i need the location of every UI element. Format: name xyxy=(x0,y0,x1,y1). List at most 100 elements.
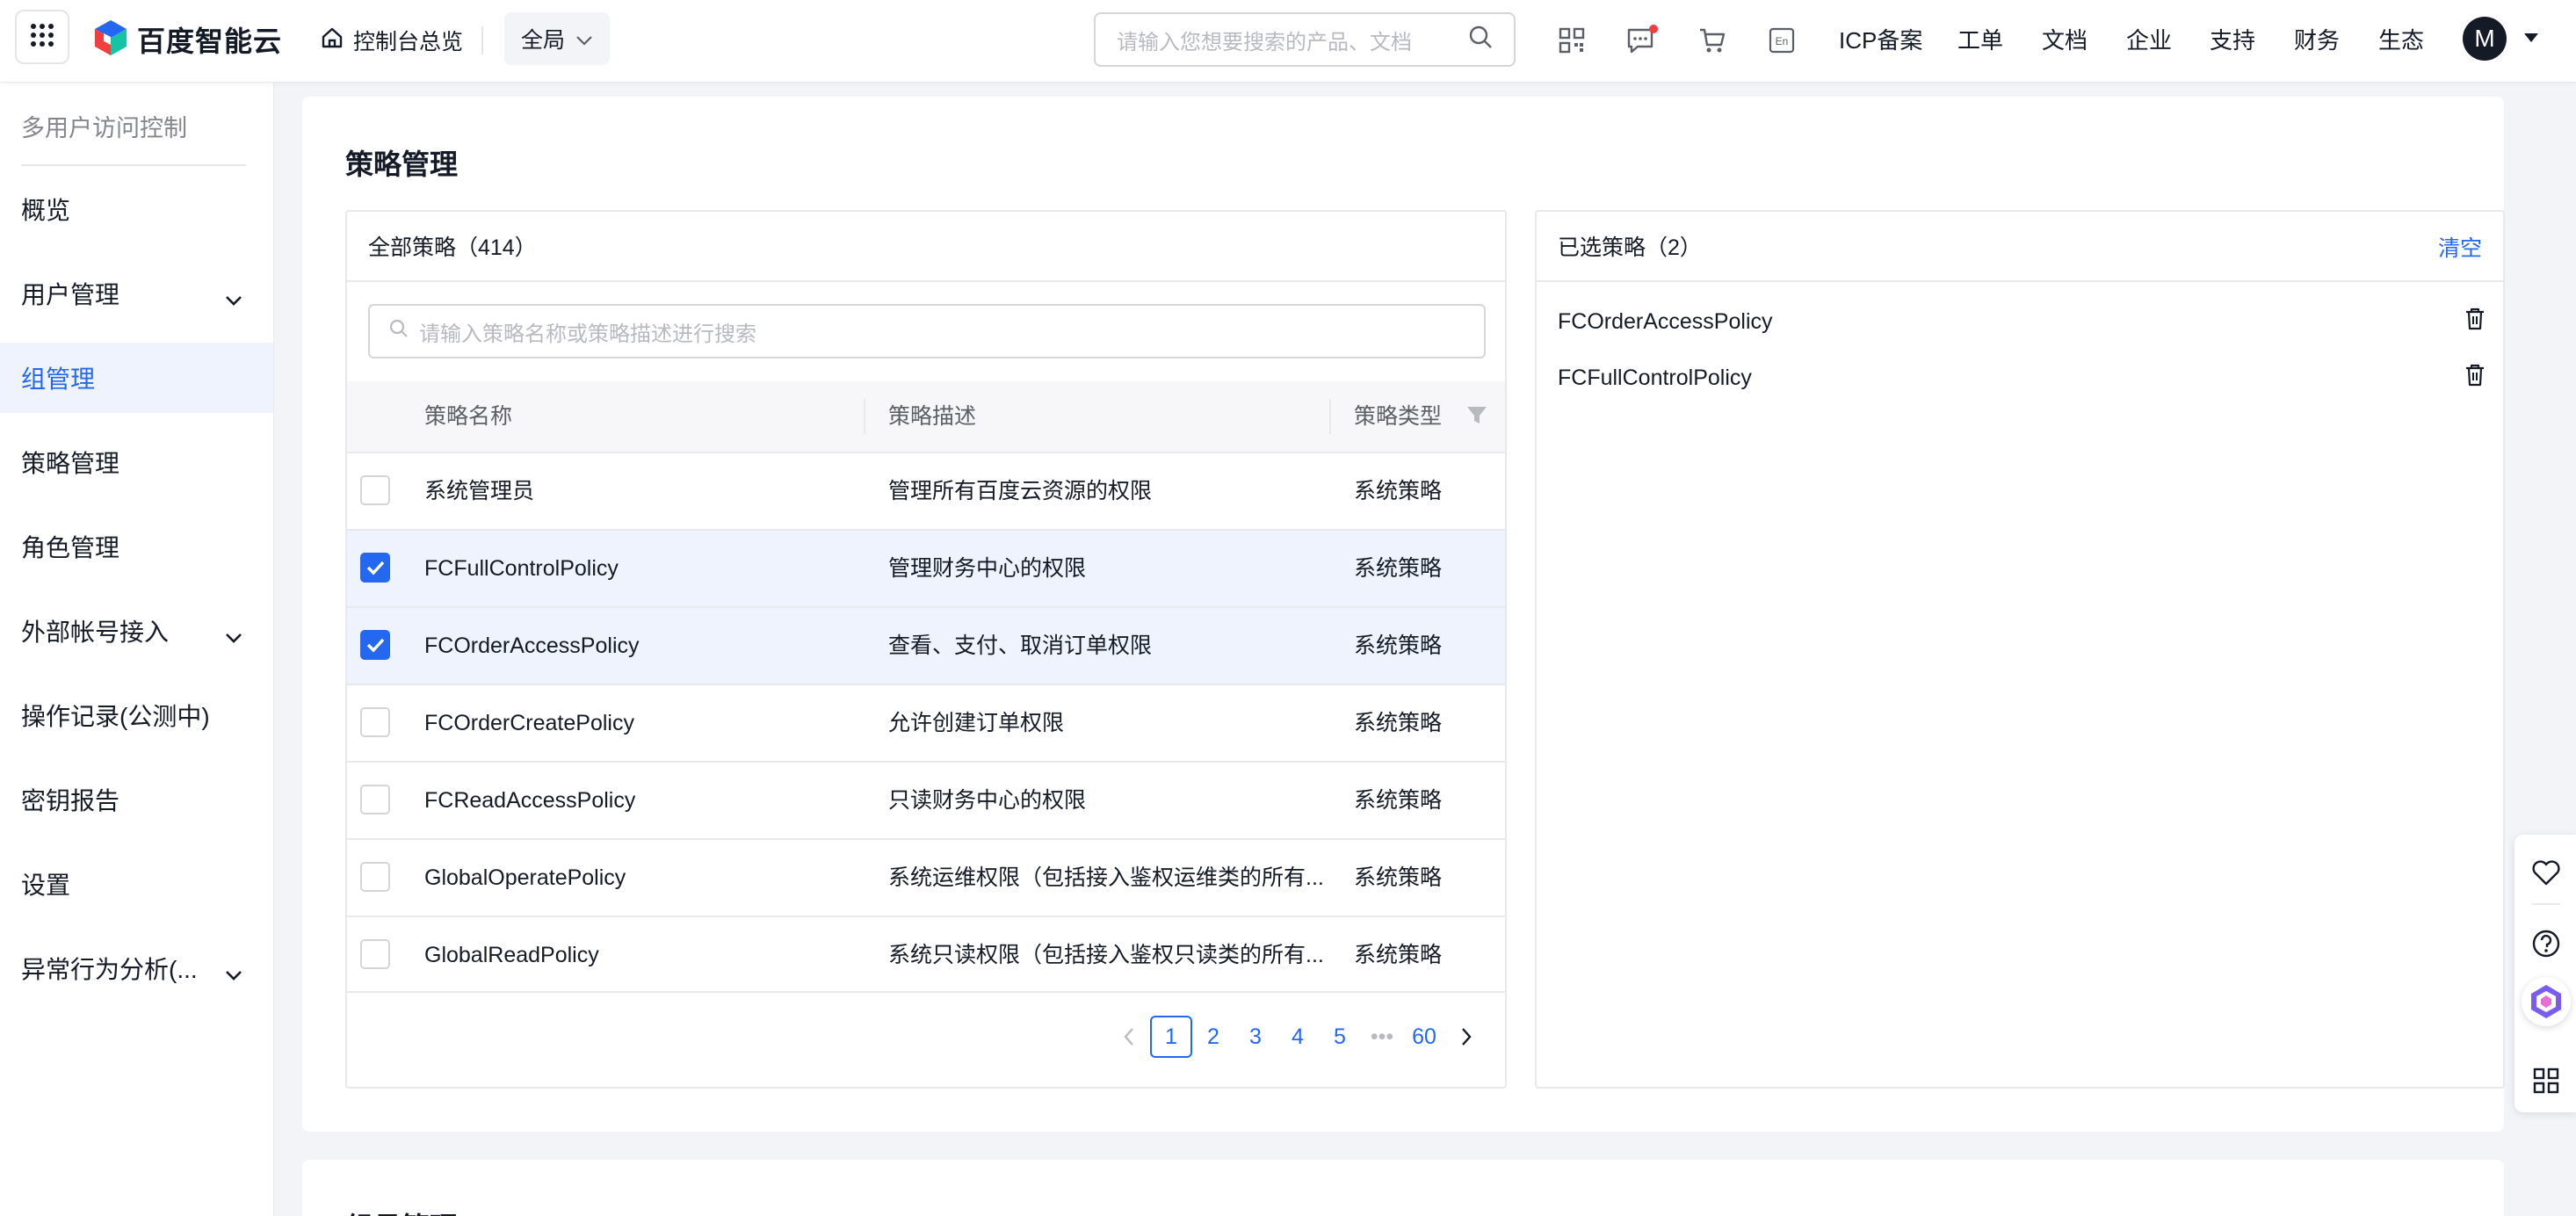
grid-icon xyxy=(29,22,55,53)
all-policies-panel: 全部策略（414） 请输入策略名称或策略描述进行搜索 策略名称 策略描述 策略类… xyxy=(345,210,1507,1089)
table-row[interactable]: GlobalReadPolicy 系统只读权限（包括接入鉴权只读类的所有... … xyxy=(347,916,1505,993)
table-row[interactable]: FCReadAccessPolicy 只读财务中心的权限 系统策略 xyxy=(347,761,1505,838)
help-icon[interactable] xyxy=(2529,926,2564,961)
cart-icon[interactable] xyxy=(1695,23,1730,58)
policy-type-cell: 系统策略 xyxy=(1354,711,1443,735)
table-row[interactable]: GlobalOperatePolicy 系统运维权限（包括接入鉴权运维类的所有.… xyxy=(347,838,1505,916)
sidebar-item-policy-management[interactable]: 策略管理 xyxy=(0,427,273,497)
check-icon xyxy=(366,638,385,653)
region-selector[interactable]: 全局 xyxy=(504,12,610,65)
policy-desc-cell: 查看、支付、取消订单权限 xyxy=(888,633,1153,658)
policy-type-cell: 系统策略 xyxy=(1354,865,1443,890)
policy-desc-cell: 系统运维权限（包括接入鉴权运维类的所有... xyxy=(888,865,1324,890)
sidebar-item-anomaly-analysis[interactable]: 异常行为分析(... xyxy=(0,933,273,1003)
page-ellipsis[interactable]: ••• xyxy=(1361,1016,1403,1058)
sidebar-item-operation-log[interactable]: 操作记录(公测中) xyxy=(0,680,273,750)
trash-icon[interactable] xyxy=(2464,308,2486,337)
chevron-down-icon xyxy=(575,26,593,52)
page-button[interactable]: 5 xyxy=(1319,1016,1361,1058)
column-header-type: 策略类型 xyxy=(1354,404,1443,429)
policy-name-cell: FCFullControlPolicy xyxy=(424,556,619,581)
topnav-link-enterprise[interactable]: 企业 xyxy=(2126,23,2172,58)
sidebar-item-overview[interactable]: 概览 xyxy=(0,174,273,244)
page-button-last[interactable]: 60 xyxy=(1403,1016,1445,1058)
top-bar: 百度智能云 控制台总览 全局 请输入您想要搜索的产品、文档 En ICP备案 工… xyxy=(0,0,2576,83)
policy-desc-cell: 允许创建订单权限 xyxy=(888,711,1065,735)
topnav-link-finance[interactable]: 财务 xyxy=(2294,23,2340,58)
policy-name-cell: FCOrderCreatePolicy xyxy=(424,711,634,735)
home-link-label: 控制台总览 xyxy=(353,30,464,54)
sidebar-item-label: 组管理 xyxy=(21,366,96,393)
table-row[interactable]: 系统管理员 管理所有百度云资源的权限 系统策略 xyxy=(347,452,1505,529)
trash-icon[interactable] xyxy=(2464,364,2486,393)
page-button[interactable]: 3 xyxy=(1234,1016,1277,1058)
brand-logo[interactable]: 百度智能云 xyxy=(93,19,282,60)
topnav-link-docs[interactable]: 文档 xyxy=(2042,23,2088,58)
qrcode-icon[interactable] xyxy=(1554,23,1589,58)
sidebar-item-role-management[interactable]: 角色管理 xyxy=(0,511,273,582)
column-divider xyxy=(864,399,865,434)
topnav-link-support[interactable]: 支持 xyxy=(2210,23,2255,58)
chevron-down-icon xyxy=(224,622,243,650)
page-button[interactable]: 4 xyxy=(1277,1016,1319,1058)
policy-type-cell: 系统策略 xyxy=(1354,556,1443,581)
selected-policy-name: FCOrderAccessPolicy xyxy=(1558,308,1773,334)
search-icon[interactable] xyxy=(1468,25,1493,55)
policy-desc-cell: 管理财务中心的权限 xyxy=(888,556,1087,581)
column-header-name: 策略名称 xyxy=(424,404,513,429)
avatar[interactable]: M xyxy=(2463,17,2507,61)
clear-button[interactable]: 清空 xyxy=(2438,231,2482,263)
sidebar-item-user-management[interactable]: 用户管理 xyxy=(0,258,273,329)
svg-text:En: En xyxy=(1776,35,1789,47)
row-checkbox[interactable] xyxy=(360,862,390,892)
product-menu-button[interactable] xyxy=(15,10,69,64)
search-icon xyxy=(389,319,409,344)
apps-icon[interactable] xyxy=(2529,1063,2564,1098)
policy-management-card: 策略管理 全部策略（414） 请输入策略名称或策略描述进行搜索 策略名称 策略描… xyxy=(302,97,2505,1132)
sidebar-item-external-account[interactable]: 外部帐号接入 xyxy=(0,596,273,666)
language-icon[interactable]: En xyxy=(1764,23,1799,58)
chevron-down-icon xyxy=(224,285,243,313)
sidebar-item-key-report[interactable]: 密钥报告 xyxy=(0,764,273,835)
column-header-desc: 策略描述 xyxy=(888,404,977,429)
policy-type-cell: 系统策略 xyxy=(1354,788,1443,813)
sidebar-item-label: 操作记录(公测中) xyxy=(21,703,210,730)
table-row[interactable]: FCOrderCreatePolicy 允许创建订单权限 系统策略 xyxy=(347,684,1505,761)
logo-text: 百度智能云 xyxy=(137,25,283,57)
row-checkbox[interactable] xyxy=(360,475,390,505)
policy-type-cell: 系统策略 xyxy=(1354,943,1443,967)
policy-name-cell: GlobalReadPolicy xyxy=(424,943,599,967)
row-checkbox[interactable] xyxy=(360,785,390,814)
ai-assistant-icon[interactable] xyxy=(2522,977,2571,1026)
topnav-link-icp[interactable]: ICP备案 xyxy=(1839,23,1922,58)
sidebar-item-group-management[interactable]: 组管理 xyxy=(0,343,273,413)
global-search-placeholder: 请输入您想要搜索的产品、文档 xyxy=(1117,30,1412,54)
sidebar-item-settings[interactable]: 设置 xyxy=(0,849,273,919)
policy-search-input[interactable]: 请输入策略名称或策略描述进行搜索 xyxy=(368,304,1486,358)
caret-down-icon[interactable] xyxy=(2523,32,2539,47)
global-search-input[interactable]: 请输入您想要搜索的产品、文档 xyxy=(1094,12,1516,67)
page-button[interactable]: 2 xyxy=(1192,1016,1234,1058)
page-button-current[interactable]: 1 xyxy=(1150,1016,1192,1058)
row-checkbox[interactable] xyxy=(360,630,390,660)
row-checkbox[interactable] xyxy=(360,553,390,583)
policy-desc-cell: 管理所有百度云资源的权限 xyxy=(888,479,1153,503)
console-home-link[interactable]: 控制台总览 xyxy=(320,23,463,58)
topnav-link-ecosystem[interactable]: 生态 xyxy=(2378,23,2424,58)
sidebar-item-label: 概览 xyxy=(21,197,71,224)
row-checkbox[interactable] xyxy=(360,707,390,737)
table-row[interactable]: FCFullControlPolicy 管理财务中心的权限 系统策略 xyxy=(347,529,1505,606)
chevron-right-icon[interactable] xyxy=(1445,1016,1487,1058)
heart-icon[interactable] xyxy=(2529,856,2564,891)
message-icon[interactable] xyxy=(1624,23,1660,58)
chevron-left-icon[interactable] xyxy=(1108,1016,1150,1058)
table-row[interactable]: FCOrderAccessPolicy 查看、支付、取消订单权限 系统策略 xyxy=(347,606,1505,684)
topbar-divider xyxy=(481,26,483,54)
chevron-down-icon xyxy=(224,959,243,988)
filter-icon[interactable] xyxy=(1466,406,1487,431)
topnav-link-ticket[interactable]: 工单 xyxy=(1957,23,2003,58)
region-label: 全局 xyxy=(520,28,565,53)
policy-desc-cell: 系统只读权限（包括接入鉴权只读类的所有... xyxy=(888,943,1324,967)
row-checkbox[interactable] xyxy=(360,939,390,969)
home-icon xyxy=(320,25,344,56)
